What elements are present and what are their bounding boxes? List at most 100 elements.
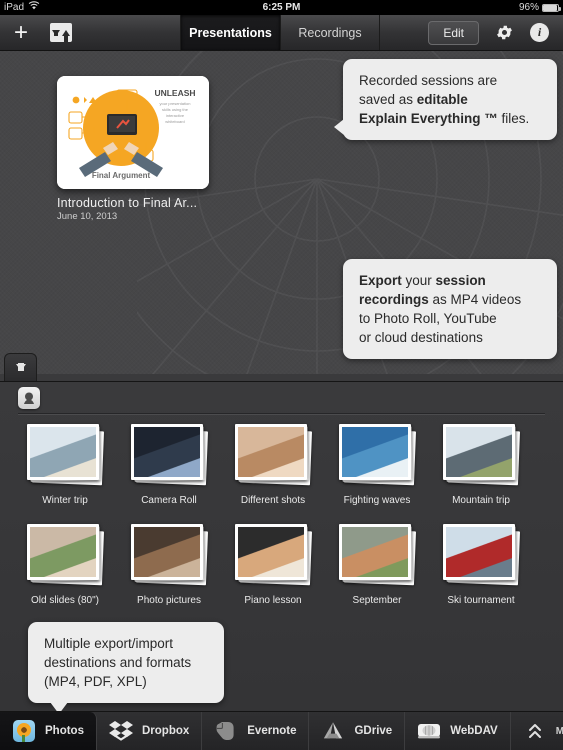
callout-line: recordings as MP4 videos bbox=[359, 290, 541, 309]
presentation-date: June 10, 2013 bbox=[57, 211, 118, 222]
tab-presentations[interactable]: Presentations bbox=[181, 15, 281, 50]
destination-label: GDrive bbox=[354, 725, 393, 737]
album-item[interactable]: Mountain trip bbox=[430, 420, 532, 506]
album-thumbnail-stack bbox=[442, 524, 521, 586]
svg-text:your presentation: your presentation bbox=[160, 101, 191, 106]
album-thumbnail-stack bbox=[26, 424, 105, 486]
album-label: Mountain trip bbox=[452, 495, 510, 506]
album-item[interactable]: Camera Roll bbox=[118, 420, 220, 506]
album-cover-photo bbox=[134, 427, 200, 477]
album-sheet-front bbox=[339, 424, 411, 480]
edit-button[interactable]: Edit bbox=[428, 20, 479, 45]
destination-more[interactable]: MORE bbox=[511, 712, 563, 750]
gear-icon[interactable] bbox=[495, 23, 514, 42]
destination-gdrive[interactable]: GDrive bbox=[309, 712, 406, 750]
dropbox-icon bbox=[108, 719, 133, 743]
album-cover-photo bbox=[30, 427, 96, 477]
presentation-thumbnail[interactable]: UNLEASH your presentation skills using t… bbox=[57, 76, 209, 189]
toolbar-right-group: Edit i bbox=[380, 15, 563, 50]
header-divider bbox=[18, 414, 545, 415]
tab-recordings[interactable]: Recordings bbox=[281, 15, 380, 50]
plus-icon[interactable]: + bbox=[14, 20, 28, 45]
destination-dropbox[interactable]: Dropbox bbox=[97, 712, 203, 750]
destination-webdav[interactable]: WebDAV bbox=[405, 712, 511, 750]
destination-label: Photos bbox=[45, 725, 84, 737]
top-toolbar: + Presentations Recordings Edit i bbox=[0, 15, 563, 51]
album-sheet-front bbox=[443, 524, 515, 580]
battery-percent: 96% bbox=[518, 2, 539, 13]
import-export-icon[interactable] bbox=[50, 23, 73, 42]
callout-text: (MP4, PDF, XPL) bbox=[44, 674, 147, 689]
album-item[interactable]: Fighting waves bbox=[326, 420, 428, 506]
destination-label: WebDAV bbox=[450, 725, 498, 737]
album-label: Different shots bbox=[240, 495, 306, 506]
album-thumbnail-stack bbox=[234, 524, 313, 586]
album-item[interactable]: Piano lesson bbox=[222, 520, 324, 606]
callout-line: Recorded sessions are bbox=[359, 71, 541, 90]
callout-line: destinations and formats bbox=[44, 653, 208, 672]
callout-line: saved as editable bbox=[359, 90, 541, 109]
callout-text: to Photo Roll, YouTube bbox=[359, 311, 497, 326]
info-icon[interactable]: i bbox=[530, 23, 549, 42]
album-item[interactable]: Different shots bbox=[222, 420, 324, 506]
callout-text: your bbox=[401, 273, 436, 288]
download-arrow-icon bbox=[15, 363, 26, 371]
svg-text:whiteboard: whiteboard bbox=[165, 119, 185, 124]
photo-browser-header bbox=[0, 382, 563, 415]
album-label: Old slides (80") bbox=[30, 595, 100, 606]
destination-evernote[interactable]: Evernote bbox=[202, 712, 310, 750]
callout-text: Recorded sessions are bbox=[359, 73, 498, 88]
gdrive-icon bbox=[321, 719, 345, 743]
destination-label: MORE bbox=[555, 725, 563, 737]
album-label: Fighting waves bbox=[343, 495, 411, 506]
photos-source-icon[interactable] bbox=[18, 387, 40, 409]
destination-photos[interactable]: Photos bbox=[0, 712, 97, 750]
album-item[interactable]: Old slides (80") bbox=[14, 520, 116, 606]
callout-line: to Photo Roll, YouTube bbox=[359, 309, 541, 328]
callout-recorded-sessions: Recorded sessions are saved as editable Ex… bbox=[334, 59, 557, 140]
callout-line: (MP4, PDF, XPL) bbox=[44, 672, 208, 691]
tab-presentations-label: Presentations bbox=[189, 25, 272, 40]
presentation-card[interactable]: UNLEASH your presentation skills using t… bbox=[57, 76, 209, 222]
svg-text:interactive: interactive bbox=[166, 113, 185, 118]
album-item[interactable]: Ski tournament bbox=[430, 520, 532, 606]
clock: 6:25 PM bbox=[262, 2, 301, 13]
album-cover-photo bbox=[238, 527, 304, 577]
album-item[interactable]: September bbox=[326, 520, 428, 606]
album-item[interactable]: Photo pictures bbox=[118, 520, 220, 606]
callout-text: or cloud destinations bbox=[359, 330, 483, 345]
callout-text: session bbox=[435, 273, 486, 288]
harddisk-icon bbox=[417, 719, 441, 743]
album-thumbnail-stack bbox=[338, 424, 417, 486]
album-grid: Winter trip Camera Roll Different shots Fig… bbox=[0, 420, 563, 606]
album-cover-photo bbox=[30, 527, 96, 577]
callout-export: Export your session recordings as MP4 vid… bbox=[343, 259, 557, 359]
chevron-up-double-icon bbox=[523, 719, 547, 743]
album-item[interactable]: Winter trip bbox=[14, 420, 116, 506]
toolbar-left-group: + bbox=[0, 15, 181, 50]
callout-text: Multiple export/import bbox=[44, 636, 174, 651]
collapse-panel-handle[interactable] bbox=[4, 353, 37, 381]
album-sheet-front bbox=[443, 424, 515, 480]
destination-label: Evernote bbox=[247, 725, 297, 737]
callout-text: files. bbox=[497, 111, 530, 126]
callout-text: Export bbox=[359, 273, 402, 288]
svg-text:Final Argument: Final Argument bbox=[92, 171, 151, 180]
album-cover-photo bbox=[446, 427, 512, 477]
album-label: Photo pictures bbox=[137, 595, 201, 606]
album-sheet-front bbox=[27, 424, 99, 480]
callout-destinations: Multiple export/import destinations and f… bbox=[28, 622, 224, 714]
tab-recordings-label: Recordings bbox=[298, 25, 362, 40]
callout-text: recordings bbox=[359, 292, 429, 307]
sunflower-icon bbox=[12, 719, 36, 743]
svg-text:UNLEASH: UNLEASH bbox=[154, 88, 195, 98]
callout-line: Multiple export/import bbox=[44, 634, 208, 653]
album-sheet-front bbox=[131, 524, 203, 580]
album-sheet-front bbox=[131, 424, 203, 480]
callout-line: Explain Everything ™ files. bbox=[359, 109, 541, 128]
presentation-title: Introduction to Final Ar... bbox=[57, 196, 198, 210]
callout-line: or cloud destinations bbox=[359, 328, 541, 347]
album-thumbnail-stack bbox=[26, 524, 105, 586]
album-sheet-front bbox=[235, 524, 307, 580]
album-label: Winter trip bbox=[42, 495, 88, 506]
